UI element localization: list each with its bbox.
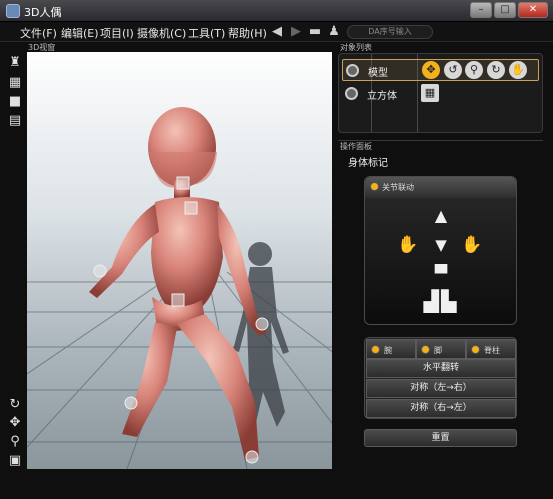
torso-icon[interactable]: ▼ [429,235,453,255]
object-list-panel: 模型 ✥ ↺ ⚲ ↻ ✋ 立方体 ▦ [338,53,543,133]
zoom-view-icon[interactable]: ⚲ [6,433,24,451]
joint-link-radio[interactable] [370,182,379,191]
symmetry-panel: 腕 脚 脊柱 水平翻转 对称（左→右） 对称（右→左） [364,337,517,419]
app-icon [6,4,20,18]
flip-horizontal-button[interactable]: 水平翻转 [366,359,516,378]
menu-camera[interactable]: 摄像机(C) [137,25,186,41]
mannequin-figure [89,107,267,460]
pan-view-icon[interactable]: ✥ [6,414,24,432]
right-hand-icon[interactable]: ✋ [461,235,482,255]
hips-icon[interactable]: ▀ [431,265,451,283]
minimize-button[interactable]: – [470,2,492,18]
object-name: 模型 [368,68,388,79]
spine-radio[interactable] [471,345,480,354]
undo-arrow-icon[interactable]: ◀ [268,23,286,41]
window-title: 3D人偶 [24,6,62,19]
axis-foot-cell[interactable]: 脚 [416,339,466,359]
foot-radio[interactable] [421,345,430,354]
symmetry-right-to-left-button[interactable]: 对称（右→左） [366,399,516,418]
close-button[interactable]: ✕ [518,2,548,18]
menu-project[interactable]: 项目(I) [100,25,134,41]
wrist-radio[interactable] [371,345,380,354]
rotate-view-icon[interactable]: ↻ [6,396,24,414]
head-icon[interactable]: ▲ [431,207,451,225]
reset-button[interactable]: 重置 [364,429,517,447]
menu-help[interactable]: 帮助(H) [228,25,267,41]
maximize-button[interactable]: □ [494,2,516,18]
foot-label: 脚 [434,346,442,355]
redo-arrow-icon[interactable]: ▶ [287,23,305,41]
camera-person-icon[interactable]: ♟ [325,23,343,41]
viewport-scene [27,107,332,469]
object-row-cube[interactable]: 立方体 ▦ [342,83,539,105]
reset-tool-icon[interactable]: ↻ [487,61,505,79]
library-icon[interactable]: ▤ [6,112,24,130]
clapper-icon[interactable]: ▬ [306,23,324,41]
spine-label: 脊柱 [484,346,500,355]
left-hand-icon[interactable]: ✋ [397,235,418,255]
move-tool-icon[interactable]: ✥ [422,61,440,79]
hand-tool-icon[interactable]: ✋ [509,61,527,79]
screenshot-icon[interactable]: ▣ [6,452,24,470]
body-marker-label: 身体标记 [348,158,388,169]
menu-edit[interactable]: 编辑(E) [61,25,99,41]
menu-file[interactable]: 文件(F) [20,25,57,41]
viewport-3d[interactable] [27,52,332,469]
object-row-model[interactable]: 模型 ✥ ↺ ⚲ ↻ ✋ [342,59,539,81]
joint-link-header[interactable]: 关节联动 [365,177,516,198]
floor-grid-icon[interactable]: ▦ [6,74,24,92]
joint-link-label: 关节联动 [382,183,414,192]
object-list-title: 对象列表 [340,43,372,52]
visibility-eye-icon[interactable] [346,64,359,77]
model-icon[interactable]: ♜ [6,54,24,72]
object-name: 立方体 [367,91,397,102]
menu-tools[interactable]: 工具(T) [188,25,225,41]
visibility-eye-icon[interactable] [345,87,358,100]
symmetry-left-to-right-button[interactable]: 对称（左→右） [366,379,516,398]
cube-icon[interactable]: ▦ [421,84,439,102]
operation-panel-title: 操作面板 [340,142,372,151]
body-part-panel: 关节联动 ▲ ✋ ▼ ✋ ▀ ▟▙ [364,176,517,325]
feet-icon[interactable]: ▟▙ [413,289,469,313]
axis-spine-cell[interactable]: 脊柱 [466,339,516,359]
zoom-tool-icon[interactable]: ⚲ [465,61,483,79]
cube-icon[interactable]: ■ [6,93,24,111]
search-input[interactable]: DA序号输入 [347,25,433,39]
axis-wrist-cell[interactable]: 腕 [366,339,416,359]
rotate-tool-icon[interactable]: ↺ [444,61,462,79]
title-bar: 3D人偶 – □ ✕ [0,0,553,22]
wrist-label: 腕 [384,346,392,355]
